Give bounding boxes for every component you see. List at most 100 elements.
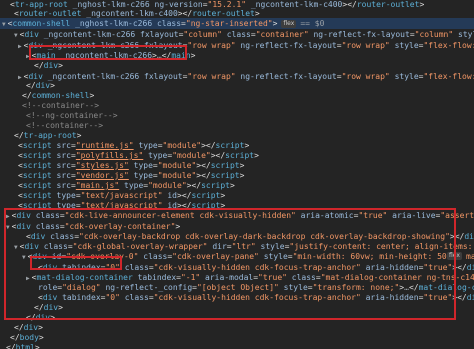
expand-arrow-open-icon[interactable]: ▼: [14, 244, 18, 251]
token: style: [255, 242, 285, 251]
token: >: [58, 61, 63, 70]
dom-tree-line[interactable]: ▼ <div id="cdk-overlay-0" class="cdk-over…: [0, 251, 474, 262]
token: type: [51, 191, 76, 200]
dom-tree-line[interactable]: ▶ <div class="cdk-live-announcer-element …: [0, 210, 474, 221]
token: ></: [177, 9, 193, 18]
token: "mat-dialog-container ng-tns-c142-45 ng-…: [320, 273, 474, 282]
token: id: [162, 191, 177, 200]
token: </: [14, 323, 24, 332]
token: style: [278, 283, 308, 292]
dom-tree-line[interactable]: ▼ <div _ngcontent-lkm-c266 fxlayout="colu…: [0, 29, 474, 40]
token: </: [26, 313, 36, 322]
token: _nghost-lkm-c266: [70, 19, 157, 28]
token: ></: [186, 181, 202, 190]
token: mat-dialog-container: [418, 283, 474, 292]
token: div: [464, 232, 474, 241]
token: </: [10, 333, 20, 342]
token: dir: [207, 242, 227, 251]
token: div: [43, 303, 59, 312]
token: "true": [358, 211, 388, 220]
token: >: [34, 343, 40, 349]
token: "row wrap": [187, 41, 236, 50]
token: >: [220, 191, 226, 200]
token: "justify-content: center; align-items: c…: [289, 242, 473, 251]
expand-arrow-open-icon[interactable]: ▼: [22, 254, 26, 261]
token: class: [119, 263, 149, 272]
token: ></: [196, 171, 211, 180]
token: "cdk-overlay-0": [66, 252, 139, 261]
token: </: [6, 343, 16, 349]
expand-arrow-closed-icon[interactable]: ▶: [6, 213, 10, 220]
token: div: [42, 263, 58, 272]
dom-tree-line[interactable]: </html>: [0, 342, 474, 349]
token: class: [30, 211, 60, 220]
token: type: [143, 151, 168, 160]
flex-badge[interactable]: flex: [281, 19, 297, 28]
expand-arrow-open-icon[interactable]: ▼: [6, 224, 10, 231]
token: aria-hidden: [360, 293, 419, 302]
token: "runtime.js": [75, 141, 134, 150]
token: body: [19, 333, 39, 342]
token: script: [210, 171, 240, 180]
token: >: [38, 333, 44, 342]
token: class: [38, 242, 68, 251]
expand-arrow-closed-icon[interactable]: ▶: [26, 275, 30, 282]
token: "dialog": [62, 283, 101, 292]
token: class: [221, 30, 251, 39]
token: >: [239, 161, 245, 170]
token: div: [16, 222, 31, 231]
token: script: [201, 181, 230, 190]
token: div: [23, 323, 39, 332]
token: script: [22, 151, 52, 160]
expand-arrow-open-icon[interactable]: ▼: [14, 32, 18, 39]
token: >: [239, 171, 245, 180]
token: <!--container-->: [26, 121, 104, 130]
token: div: [30, 232, 46, 241]
token: div: [24, 242, 39, 251]
token: div: [24, 30, 39, 39]
token: "-1": [180, 273, 201, 282]
token: class: [45, 232, 75, 241]
token: ng-reflect-fx-layout: [235, 41, 337, 50]
expand-arrow-closed-icon[interactable]: ▶: [18, 43, 22, 50]
token: ></: [201, 141, 216, 150]
token: >: [175, 222, 181, 231]
expand-arrow-closed-icon[interactable]: ▶: [26, 53, 30, 60]
token: </: [34, 303, 44, 312]
token: "polyfills.js": [75, 151, 144, 160]
token: class: [156, 19, 182, 28]
token: style: [389, 41, 419, 50]
token: _ngcontent-lkm-c266 fxlayout: [38, 30, 179, 39]
token: >: [58, 303, 63, 312]
token: "cdk-visually-hidden cdk-focus-trap-anch…: [153, 263, 361, 272]
flex-badge[interactable]: flex: [447, 252, 462, 260]
token: "true": [423, 293, 453, 302]
token: _ngcontent-lkm-c266 fxlayout: [42, 41, 183, 50]
token: div: [42, 293, 58, 302]
token: div: [28, 41, 43, 50]
token: class: [30, 222, 60, 231]
expand-arrow-open-icon[interactable]: ▼: [2, 21, 6, 28]
token: "column": [183, 30, 222, 39]
token: div: [43, 61, 59, 70]
token: </: [161, 51, 172, 60]
token: ></: [196, 161, 211, 170]
token: role: [38, 283, 58, 292]
token: "[object Object]": [196, 283, 279, 292]
dom-tree-line[interactable]: </div>: [0, 60, 474, 71]
token: "ltr": [231, 242, 256, 251]
token: tabindex: [132, 273, 177, 282]
token: <!--ng-container-->: [26, 111, 118, 120]
token: "cdk-visually-hidden cdk-focus-trap-anch…: [153, 293, 361, 302]
token: </: [26, 81, 36, 90]
token: "0": [105, 293, 120, 302]
token: script: [22, 141, 52, 150]
token: "0": [105, 263, 120, 272]
token: script: [22, 201, 52, 210]
dom-tree-line[interactable]: ▼ <common-shell _nghost-lkm-c266 class="n…: [0, 18, 474, 29]
token: "module": [148, 181, 187, 190]
token: src: [51, 141, 71, 150]
token: style: [258, 252, 288, 261]
token: script: [22, 181, 52, 190]
token: src: [51, 161, 71, 170]
